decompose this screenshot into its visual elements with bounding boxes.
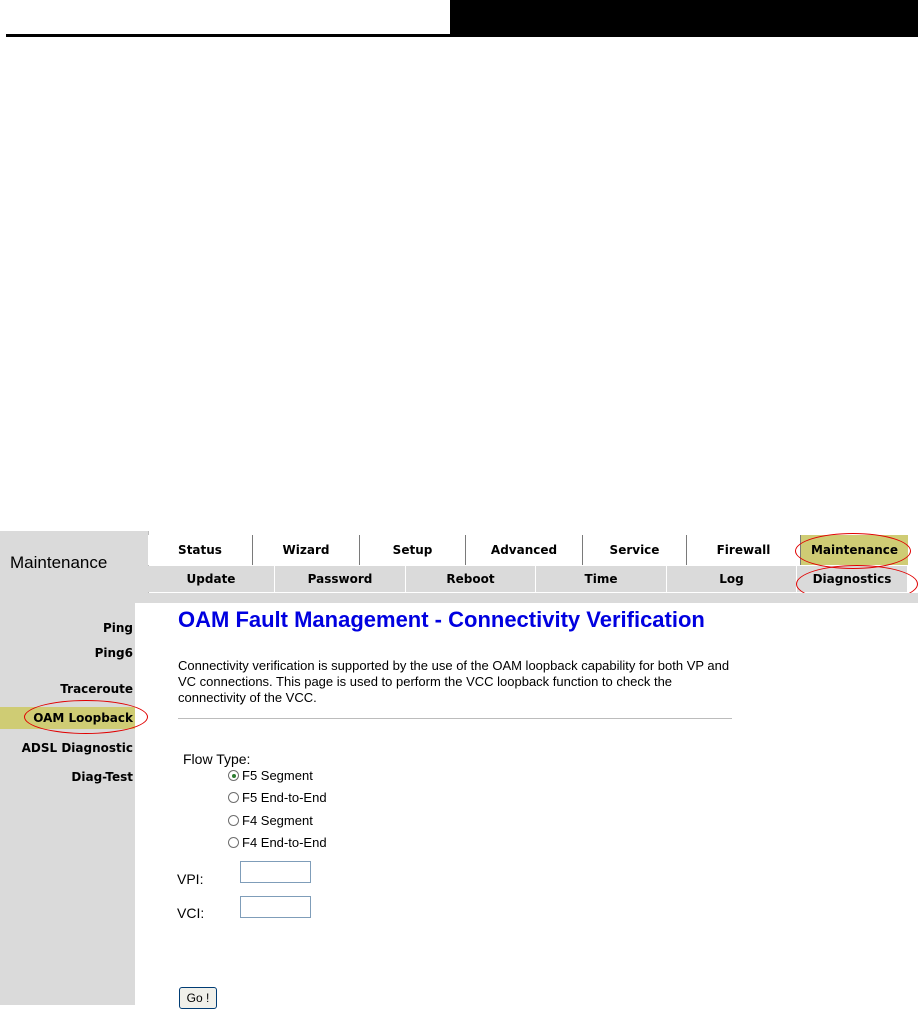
page-title: OAM Fault Management - Connectivity Veri… (178, 607, 705, 632)
document-header-rule (6, 34, 452, 37)
menu-underbar (0, 593, 918, 603)
vpi-label: VPI: (177, 871, 204, 887)
vci-label: VCI: (177, 905, 205, 921)
top-menu-wizard[interactable]: Wizard (253, 535, 360, 565)
flow-option-label: F4 End-to-End (242, 835, 327, 850)
sidebar-item-oam-loopback[interactable]: OAM Loopback (0, 707, 135, 729)
flow-option-label: F5 End-to-End (242, 790, 327, 805)
sidebar-item-traceroute[interactable]: Traceroute (0, 678, 135, 700)
flow-option-label: F4 Segment (242, 813, 313, 828)
flow-option-f5-end-to-end[interactable]: F5 End-to-End (228, 790, 327, 805)
sub-menu: Update Password Reboot Time Log Diagnost… (148, 566, 908, 592)
page-description: Connectivity verification is supported b… (178, 658, 730, 705)
top-menu-service[interactable]: Service (583, 535, 687, 565)
document-header-bar (450, 0, 918, 37)
flow-type-label: Flow Type: (183, 751, 251, 767)
sub-menu-update[interactable]: Update (148, 566, 275, 592)
sidebar-item-ping[interactable]: Ping (0, 617, 135, 639)
top-menu-advanced[interactable]: Advanced (466, 535, 583, 565)
radio-f4-end-to-end[interactable] (228, 837, 239, 848)
sub-menu-reboot[interactable]: Reboot (406, 566, 536, 592)
go-button[interactable]: Go ! (179, 987, 217, 1009)
top-menu: Status Wizard Setup Advanced Service Fir… (148, 535, 908, 565)
brand-title-box: Maintenance (0, 531, 149, 593)
top-menu-status[interactable]: Status (148, 535, 253, 565)
top-menu-setup[interactable]: Setup (360, 535, 466, 565)
sub-menu-password[interactable]: Password (275, 566, 406, 592)
radio-f5-end-to-end[interactable] (228, 792, 239, 803)
router-ui: Maintenance Status Wizard Setup Advanced… (0, 531, 918, 1009)
sidebar-item-ping6[interactable]: Ping6 (0, 642, 135, 664)
divider (178, 718, 732, 719)
flow-option-f4-end-to-end[interactable]: F4 End-to-End (228, 835, 327, 850)
flow-option-label: F5 Segment (242, 768, 313, 783)
top-menu-maintenance[interactable]: Maintenance (801, 535, 908, 565)
top-menu-firewall[interactable]: Firewall (687, 535, 801, 565)
sub-menu-diagnostics[interactable]: Diagnostics (797, 566, 908, 592)
brand-title: Maintenance (10, 553, 108, 572)
flow-option-f4-segment[interactable]: F4 Segment (228, 813, 313, 828)
flow-option-f5-segment[interactable]: F5 Segment (228, 768, 313, 783)
vci-input[interactable] (240, 896, 311, 918)
sub-menu-log[interactable]: Log (667, 566, 797, 592)
sidebar-item-diag-test[interactable]: Diag-Test (0, 766, 135, 788)
radio-f5-segment[interactable] (228, 770, 239, 781)
sub-menu-time[interactable]: Time (536, 566, 667, 592)
radio-f4-segment[interactable] (228, 815, 239, 826)
vpi-input[interactable] (240, 861, 311, 883)
sidebar-item-adsl-diagnostic[interactable]: ADSL Diagnostic (0, 737, 135, 759)
sidebar: Ping Ping6 Traceroute OAM Loopback ADSL … (0, 603, 135, 1005)
